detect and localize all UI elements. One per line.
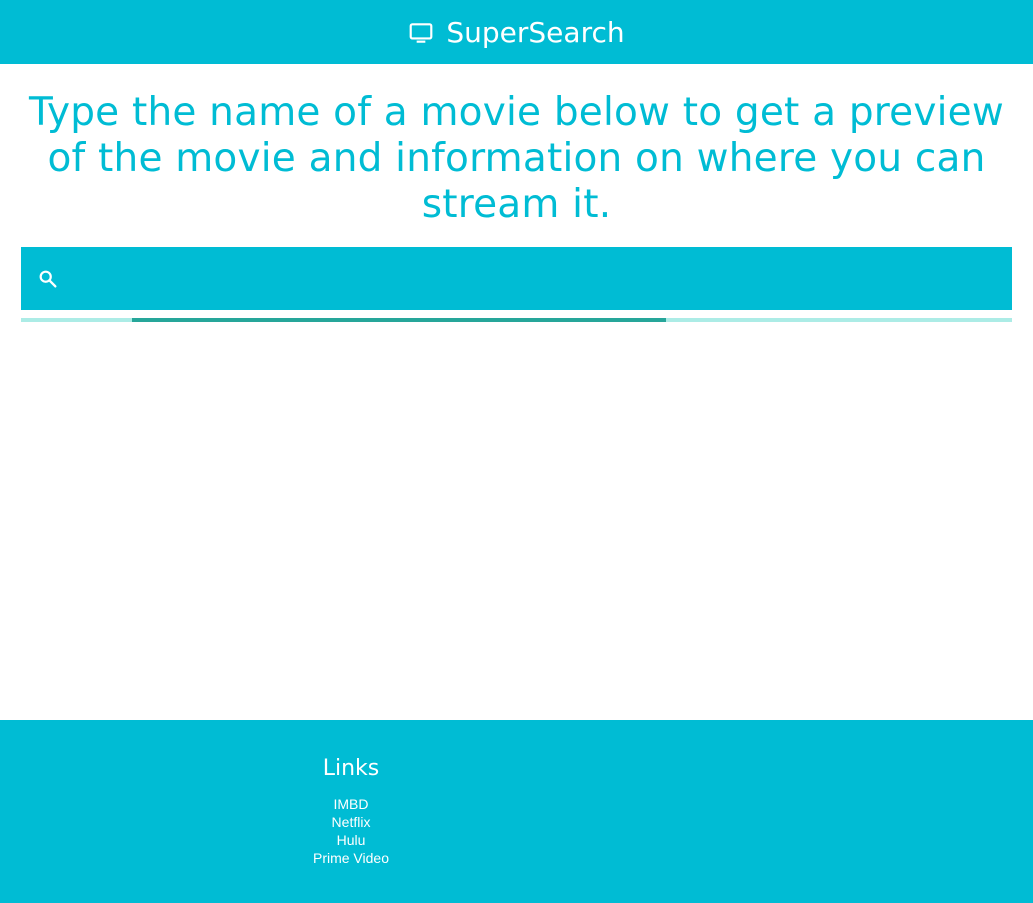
list-item: Prime Video	[252, 849, 450, 867]
brand-text: SuperSearch	[446, 15, 625, 49]
footer-link-netflix[interactable]: Netflix	[332, 814, 371, 830]
navbar: SuperSearch	[0, 0, 1033, 64]
list-item: Netflix	[252, 813, 450, 831]
page-headline: Type the name of a movie below to get a …	[29, 90, 1004, 227]
footer-link-list: IMBD Netflix Hulu Prime Video	[252, 795, 450, 867]
list-item: Hulu	[252, 831, 450, 849]
footer-link-prime-video[interactable]: Prime Video	[313, 850, 389, 866]
search-icon[interactable]	[37, 268, 59, 290]
footer: Links IMBD Netflix Hulu Prime Video	[0, 720, 1033, 903]
footer-title: Links	[322, 756, 380, 781]
brand-link[interactable]: SuperSearch	[408, 15, 625, 49]
footer-link-hulu[interactable]: Hulu	[337, 832, 366, 848]
search-bar	[21, 247, 1012, 310]
search-input[interactable]	[83, 247, 993, 310]
footer-links-section: Links IMBD Netflix Hulu Prime Video	[252, 756, 450, 867]
tv-icon	[408, 20, 434, 46]
footer-link-imbd[interactable]: IMBD	[334, 796, 369, 812]
loading-progress-bar	[21, 318, 1012, 322]
progress-indicator	[132, 318, 666, 322]
list-item: IMBD	[252, 795, 450, 813]
